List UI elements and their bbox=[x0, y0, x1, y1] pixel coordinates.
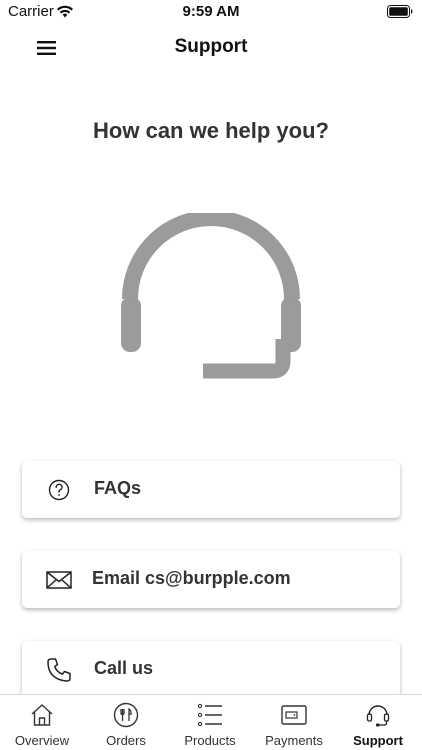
tab-orders[interactable]: Orders bbox=[84, 695, 168, 750]
status-bar: Carrier 9:59 AM bbox=[0, 0, 422, 24]
wallet-icon bbox=[280, 701, 308, 729]
tab-overview[interactable]: Overview bbox=[0, 695, 84, 750]
email-card[interactable]: Email cs@burpple.com bbox=[22, 551, 400, 608]
question-circle-icon bbox=[44, 475, 74, 505]
tab-support-label: Support bbox=[353, 733, 403, 748]
tab-orders-label: Orders bbox=[106, 733, 146, 748]
tab-products[interactable]: Products bbox=[168, 695, 252, 750]
tab-payments-label: Payments bbox=[265, 733, 323, 748]
envelope-icon bbox=[44, 565, 74, 595]
call-label: Call us bbox=[94, 658, 154, 678]
tab-products-label: Products bbox=[184, 733, 236, 748]
help-headline: How can we help you? bbox=[93, 118, 329, 143]
list-icon bbox=[196, 701, 224, 729]
phone-icon bbox=[44, 655, 74, 685]
support-screen: Carrier 9:59 AM Support How can we help … bbox=[0, 0, 422, 750]
email-label: Email cs@burpple.com bbox=[92, 568, 291, 588]
tab-overview-label: Overview bbox=[14, 733, 70, 748]
home-icon bbox=[28, 701, 56, 729]
utensils-plate-icon bbox=[112, 701, 140, 729]
battery-icon bbox=[387, 5, 413, 18]
call-card[interactable]: Call us bbox=[22, 641, 400, 698]
faqs-card[interactable]: FAQs bbox=[22, 461, 400, 518]
clock: 9:59 AM bbox=[182, 3, 240, 20]
headset-icon bbox=[364, 701, 392, 729]
tab-support[interactable]: Support bbox=[336, 695, 420, 750]
page-title: Support bbox=[174, 36, 248, 57]
nav-bar: Support bbox=[0, 24, 422, 72]
headset-icon bbox=[121, 213, 301, 379]
tab-bar: Overview Orders Products Payments Suppor… bbox=[0, 694, 422, 750]
tab-payments[interactable]: Payments bbox=[252, 695, 336, 750]
faqs-label: FAQs bbox=[94, 478, 142, 498]
